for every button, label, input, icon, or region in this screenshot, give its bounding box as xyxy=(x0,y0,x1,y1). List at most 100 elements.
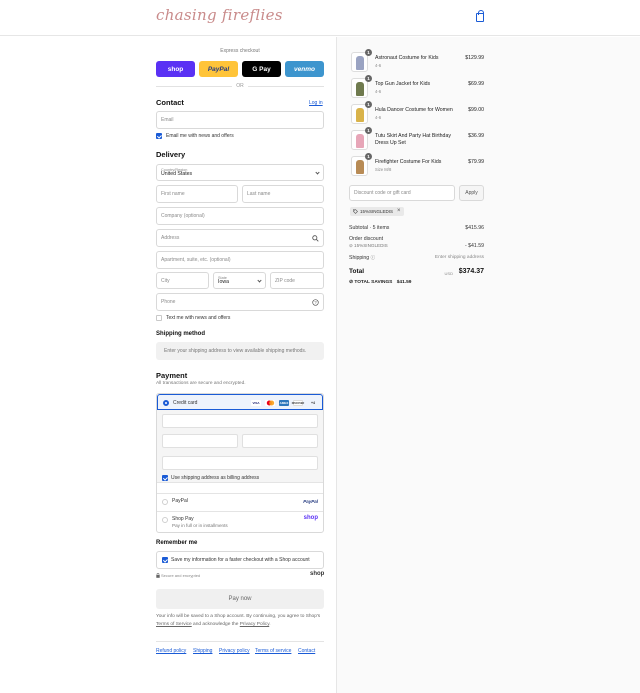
zip-placeholder: ZIP code xyxy=(275,277,295,284)
secure-text: Secure and encrypted xyxy=(161,573,201,578)
header: chasing fireflies xyxy=(0,0,640,36)
item-name: Astronaut Costume for Kids xyxy=(375,55,439,61)
currency-label: USD xyxy=(444,271,453,276)
savings-label: TOTAL SAVINGS xyxy=(354,280,393,285)
email-news-label: Email me with news and offers xyxy=(166,133,234,139)
or-text: OR xyxy=(236,83,244,89)
savings-value: $41.59 xyxy=(396,280,412,285)
shipping-link[interactable]: Shipping xyxy=(193,648,212,654)
card-number-field[interactable] xyxy=(162,414,318,428)
mastercard-icon xyxy=(265,400,275,406)
item-price: $99.00 xyxy=(468,107,484,113)
item-price: $69.99 xyxy=(468,81,484,87)
item-name: Hula Dancer Costume for Women xyxy=(375,107,453,113)
payment-subtitle: All transactions are secure and encrypte… xyxy=(156,381,246,386)
credit-card-option[interactable]: Credit card VISA AMEX DISCOVER +4 xyxy=(157,394,323,410)
shipping-value: Enter shipping address xyxy=(434,255,484,260)
credit-card-radio[interactable] xyxy=(163,400,169,406)
total-value: $374.37 xyxy=(458,268,484,275)
phone-placeholder: Phone xyxy=(161,299,176,305)
paypal-option[interactable]: PayPal PayPal xyxy=(157,493,323,511)
legal-pre: Your info will be saved to a Shop accoun… xyxy=(156,614,321,619)
tag-icon xyxy=(353,209,358,214)
lock-icon xyxy=(156,573,160,578)
visa-icon: VISA xyxy=(251,400,261,406)
shipping-row: Shipping ⓘ Enter shipping address xyxy=(349,255,484,261)
pay-now-button[interactable]: Pay now xyxy=(156,589,324,609)
help-icon[interactable]: ? xyxy=(312,299,319,306)
quantity-badge: 1 xyxy=(365,101,372,108)
text-news-label: Text me with news and offers xyxy=(166,315,231,321)
item-price: $36.99 xyxy=(468,133,484,139)
expiry-field[interactable] xyxy=(162,434,238,448)
item-variant: 4-6 xyxy=(375,89,382,94)
apartment-field[interactable]: Apartment, suite, etc. (optional) xyxy=(156,251,324,269)
company-field[interactable]: Company (optional) xyxy=(156,207,324,225)
shop-pay-option[interactable]: Shop Pay Pay in full or in installments … xyxy=(157,511,323,533)
venmo-button[interactable]: venmo xyxy=(285,61,324,77)
save-info-checkbox[interactable] xyxy=(162,557,168,563)
email-news-checkbox[interactable] xyxy=(156,133,162,139)
refund-policy-link[interactable]: Refund policy xyxy=(156,648,186,654)
last-name-field[interactable]: Last name xyxy=(242,185,324,203)
name-on-card-field[interactable] xyxy=(162,456,318,470)
store-logo[interactable]: chasing fireflies xyxy=(156,6,283,24)
privacy-link[interactable]: Privacy policy xyxy=(219,648,250,654)
city-field[interactable]: City xyxy=(156,272,209,289)
country-select[interactable]: Country/Region United States xyxy=(156,164,324,181)
legal-mid: and acknowledge the xyxy=(191,621,240,627)
or-divider: OR xyxy=(156,83,324,89)
legal-post: . xyxy=(269,621,271,627)
address-field[interactable]: Address xyxy=(156,229,324,247)
total-savings-row: ⊘ TOTAL SAVINGS $41.59 xyxy=(349,280,484,285)
terms-of-service-link[interactable]: Terms of Service xyxy=(156,622,192,627)
item-name: Top Gun Jacket for Kids xyxy=(375,81,431,87)
shop-pay-button[interactable]: shop xyxy=(156,61,195,77)
paypal-button[interactable]: PayPal xyxy=(199,61,238,77)
terms-link[interactable]: Terms of service xyxy=(255,648,291,654)
total-row: Total USD $374.37 xyxy=(349,268,484,278)
security-code-field[interactable] xyxy=(242,434,318,448)
google-pay-button[interactable]: G Pay xyxy=(242,61,281,77)
payment-heading: Payment xyxy=(156,371,188,380)
chevron-down-icon xyxy=(315,169,320,175)
quantity-badge: 1 xyxy=(365,49,372,56)
order-discount-label: Order discount xyxy=(349,236,384,242)
state-select[interactable]: State Iowa xyxy=(213,272,266,289)
last-name-placeholder: Last name xyxy=(247,191,271,197)
email-field[interactable]: Email xyxy=(156,111,324,129)
express-checkout-label: Express checkout xyxy=(220,48,260,54)
total-label: Total xyxy=(349,268,365,275)
item-name: Tutu Skirt And Party Hat Birthday Dress … xyxy=(375,133,451,146)
first-name-field[interactable]: First name xyxy=(156,185,238,203)
discount-code-text: 15%SINGLEDIS xyxy=(354,243,388,248)
quantity-badge: 1 xyxy=(365,127,372,134)
country-value: United States xyxy=(161,171,193,177)
subtotal-row: Subtotal · 5 items $415.96 xyxy=(349,225,484,231)
quantity-badge: 1 xyxy=(365,75,372,82)
amex-icon: AMEX xyxy=(279,400,289,406)
close-icon[interactable]: × xyxy=(397,208,401,215)
paypal-radio[interactable] xyxy=(162,499,168,505)
discount-placeholder: Discount code or gift card xyxy=(354,190,411,196)
privacy-policy-link[interactable]: Privacy Policy xyxy=(240,622,270,627)
legal-text: Your info will be saved to a Shop accoun… xyxy=(156,613,326,628)
address-placeholder: Address xyxy=(161,235,180,241)
info-icon[interactable]: ⓘ xyxy=(371,255,376,260)
contact-link[interactable]: Contact xyxy=(298,648,315,654)
shopping-bag-icon[interactable] xyxy=(476,10,484,22)
shop-logo-small: shop xyxy=(310,571,325,577)
shop-pay-sublabel: Pay in full or in installments xyxy=(172,523,228,528)
login-link[interactable]: Log in xyxy=(309,100,323,106)
city-placeholder: City xyxy=(161,277,170,284)
phone-field[interactable]: Phone ? xyxy=(156,293,324,311)
shipping-method-heading: Shipping method xyxy=(156,331,205,337)
billing-same-checkbox[interactable] xyxy=(162,475,168,481)
shop-pay-radio[interactable] xyxy=(162,517,168,523)
discount-code-field[interactable]: Discount code or gift card xyxy=(349,185,455,201)
text-news-checkbox[interactable] xyxy=(156,315,162,321)
item-price: $129.99 xyxy=(465,55,484,61)
apply-button[interactable]: Apply xyxy=(459,185,484,201)
save-info-label: Save my information for a faster checkou… xyxy=(171,557,310,563)
zip-field[interactable]: ZIP code xyxy=(270,272,324,289)
